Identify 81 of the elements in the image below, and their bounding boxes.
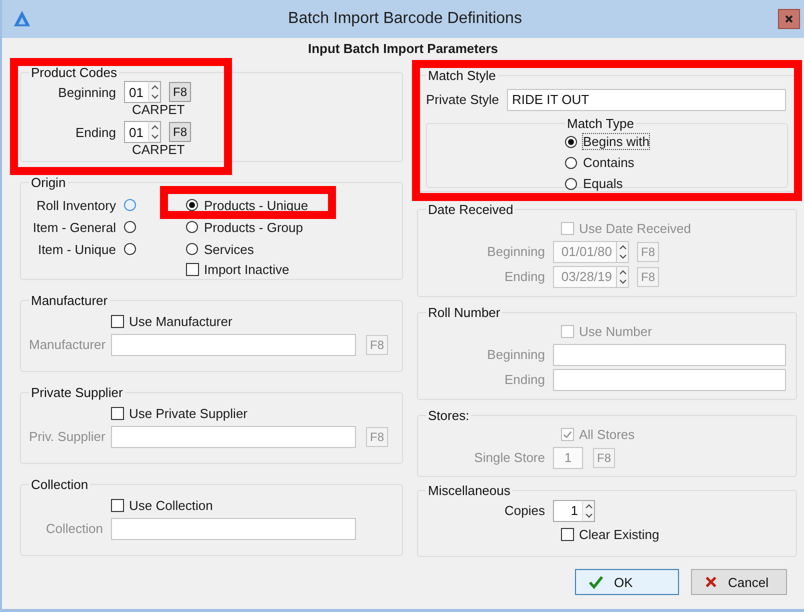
- field-label: Collection: [44, 521, 104, 536]
- radio-button[interactable]: [186, 243, 198, 255]
- group-title: Stores:: [427, 408, 470, 423]
- radio-label: Begins with: [583, 134, 650, 149]
- radio-button[interactable]: [565, 178, 577, 190]
- spin-button[interactable]: [148, 121, 161, 143]
- window-title: Batch Import Barcode Definitions: [287, 10, 523, 28]
- radio-label: Item - General: [32, 220, 117, 234]
- checkbox[interactable]: [111, 406, 124, 420]
- radio-button[interactable]: [124, 221, 136, 233]
- radio-button[interactable]: [565, 136, 577, 148]
- field-label: Ending: [504, 269, 546, 284]
- checkbox-label: Use Collection: [129, 498, 213, 512]
- radio-button[interactable]: [186, 199, 198, 211]
- checkbox-label: Use Manufacturer: [129, 314, 232, 328]
- checkbox-label: Use Number: [579, 324, 652, 338]
- group-title: Manufacturer: [30, 293, 109, 308]
- radio-button[interactable]: [565, 156, 577, 168]
- text-field[interactable]: [111, 518, 356, 540]
- category-caption: CARPET: [131, 143, 186, 159]
- radio-button[interactable]: [124, 243, 136, 255]
- ok-button[interactable]: OK: [575, 569, 679, 595]
- radio-label: Equals: [583, 176, 623, 191]
- field-label: Copies: [504, 503, 546, 518]
- radio-label: Products - Unique: [204, 198, 308, 212]
- radio-label: Item - Unique: [36, 242, 117, 256]
- group-title: Date Received: [427, 202, 514, 217]
- field-label: Beginning: [486, 244, 546, 259]
- x-icon: [704, 575, 718, 589]
- checkbox-label: Clear Existing: [579, 526, 660, 542]
- group-title: Product Codes: [30, 65, 118, 80]
- logo-icon: [12, 10, 32, 28]
- checkbox-label: Import Inactive: [204, 262, 290, 276]
- text-field[interactable]: [111, 426, 356, 448]
- radio-button[interactable]: [124, 199, 136, 211]
- number-field[interactable]: 1: [553, 500, 582, 522]
- checkbox-label: Use Date Received: [579, 220, 691, 236]
- checkbox[interactable]: [186, 262, 199, 276]
- text-field[interactable]: [553, 368, 786, 390]
- group-title: Miscellaneous: [427, 483, 512, 498]
- check-icon: [588, 574, 604, 590]
- field-label: Private Style: [426, 92, 500, 107]
- category-caption: CARPET: [131, 103, 186, 119]
- radio-button[interactable]: [186, 221, 198, 233]
- radio-label: Products - Group: [204, 220, 303, 234]
- field-label: Beginning: [486, 347, 546, 362]
- field-label: Beginning: [57, 84, 117, 100]
- group-title: Collection: [30, 477, 90, 492]
- group-title: Origin: [30, 175, 67, 190]
- spin-button[interactable]: [582, 500, 595, 522]
- checkbox-label: All Stores: [579, 426, 635, 442]
- dialog-heading: Input Batch Import Parameters: [307, 40, 499, 58]
- lookup-button[interactable]: F8: [169, 122, 192, 142]
- checkbox-label: Use Private Supplier: [129, 406, 248, 420]
- spin-button[interactable]: [148, 81, 161, 103]
- text-field[interactable]: RIDE IT OUT: [506, 88, 786, 110]
- radio-label: Roll Inventory: [36, 198, 117, 212]
- group-title: Roll Number: [427, 305, 502, 320]
- text-field[interactable]: [111, 334, 356, 356]
- group-title: Match Style: [427, 68, 497, 83]
- number-field[interactable]: 01: [124, 121, 148, 143]
- close-button[interactable]: [778, 9, 800, 29]
- field-label: Priv. Supplier: [29, 429, 106, 444]
- field-label: Ending: [504, 372, 546, 387]
- field-label: Manufacturer: [29, 337, 107, 352]
- checkbox[interactable]: [111, 314, 124, 328]
- group-title: Match Type: [566, 116, 635, 131]
- radio-label: Contains: [583, 155, 634, 170]
- cancel-button[interactable]: Cancel: [691, 569, 787, 595]
- text-field[interactable]: [553, 344, 786, 366]
- radio-label: Services: [204, 242, 254, 256]
- group-title: Private Supplier: [30, 385, 124, 400]
- field-label: Ending: [74, 124, 117, 140]
- number-field[interactable]: 01: [124, 81, 148, 103]
- spin-button[interactable]: [616, 266, 629, 288]
- checkbox[interactable]: [111, 498, 124, 512]
- spin-button[interactable]: [616, 240, 629, 262]
- field-label: Single Store: [473, 450, 546, 465]
- lookup-button[interactable]: F8: [169, 82, 192, 102]
- checkbox[interactable]: [561, 528, 574, 540]
- close-icon: [784, 14, 794, 24]
